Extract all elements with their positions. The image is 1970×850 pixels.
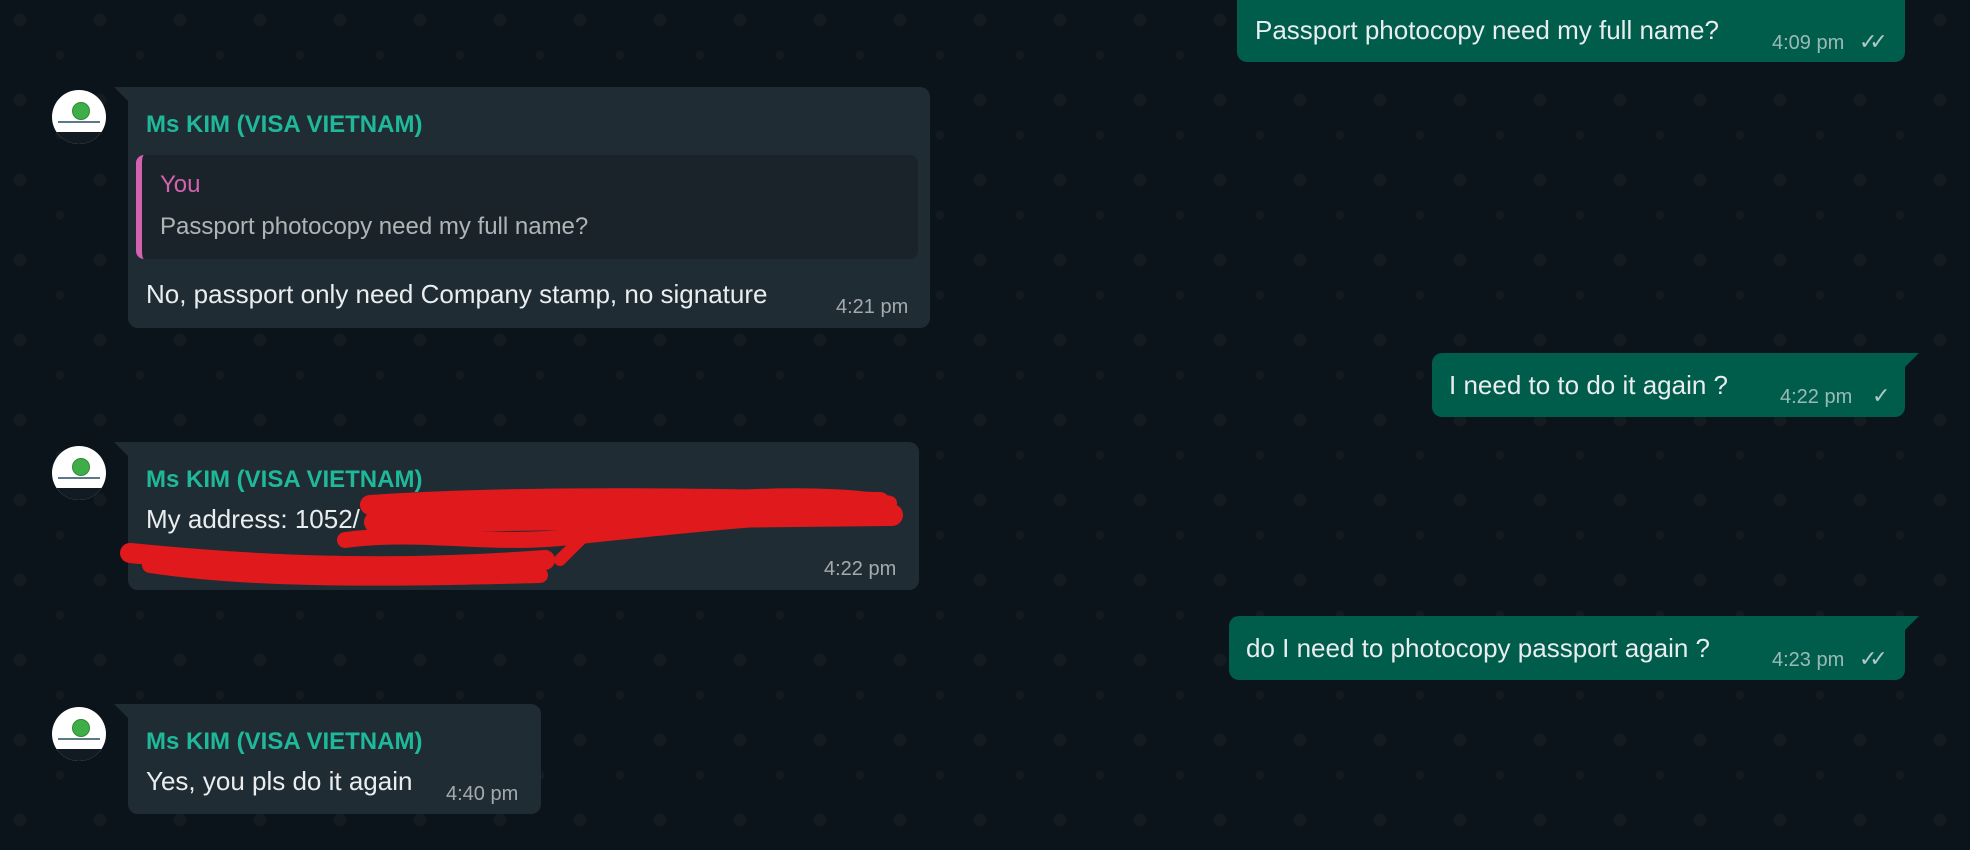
message-time: 4:22 pm bbox=[824, 558, 897, 580]
contact-avatar[interactable] bbox=[52, 90, 106, 144]
double-check-icon: ✓✓ bbox=[1859, 646, 1888, 671]
message-time: 4:21 pm bbox=[836, 296, 909, 318]
message-bubble-outgoing[interactable]: I need to to do it again ? 4:22 pm ✓ bbox=[1432, 353, 1919, 417]
message-bubble-incoming[interactable]: Ms KIM (VISA VIETNAM) Yes, you pls do it… bbox=[114, 704, 541, 814]
quoted-message[interactable]: You Passport photocopy need my full name… bbox=[136, 155, 918, 259]
message-bubble-outgoing[interactable]: Passport photocopy need my full name? 4:… bbox=[1237, 0, 1905, 62]
sender-name: Ms KIM (VISA VIETNAM) bbox=[146, 466, 423, 493]
message-text: do I need to photocopy passport again ? bbox=[1246, 633, 1711, 663]
message-time: 4:09 pm bbox=[1772, 32, 1845, 54]
message-text: Yes, you pls do it again bbox=[146, 766, 413, 796]
message-time: 4:23 pm bbox=[1772, 649, 1845, 671]
quoted-text: Passport photocopy need my full name? bbox=[160, 213, 589, 240]
single-check-icon: ✓ bbox=[1872, 383, 1891, 408]
sender-name: Ms KIM (VISA VIETNAM) bbox=[146, 728, 423, 755]
contact-avatar[interactable] bbox=[52, 707, 106, 761]
sender-name: Ms KIM (VISA VIETNAM) bbox=[146, 111, 423, 138]
quoted-sender: You bbox=[160, 171, 201, 198]
message-time: 4:40 pm bbox=[446, 783, 519, 805]
contact-avatar[interactable] bbox=[52, 446, 106, 500]
company-logo-icon bbox=[72, 102, 90, 120]
message-text: I need to to do it again ? bbox=[1449, 370, 1728, 400]
message-bubble-incoming[interactable]: Ms KIM (VISA VIETNAM) You Passport photo… bbox=[114, 87, 930, 328]
message-text: My address: 1052/ bbox=[146, 504, 360, 534]
message-time: 4:22 pm bbox=[1780, 386, 1853, 408]
message-bubble-incoming[interactable]: Ms KIM (VISA VIETNAM) My address: 1052/ … bbox=[114, 442, 919, 590]
company-logo-icon bbox=[72, 719, 90, 737]
double-check-icon: ✓✓ bbox=[1859, 29, 1888, 54]
message-text: No, passport only need Company stamp, no… bbox=[146, 279, 768, 309]
message-bubble-outgoing[interactable]: do I need to photocopy passport again ? … bbox=[1229, 616, 1919, 680]
company-logo-icon bbox=[72, 458, 90, 476]
message-text: Passport photocopy need my full name? bbox=[1255, 15, 1719, 45]
